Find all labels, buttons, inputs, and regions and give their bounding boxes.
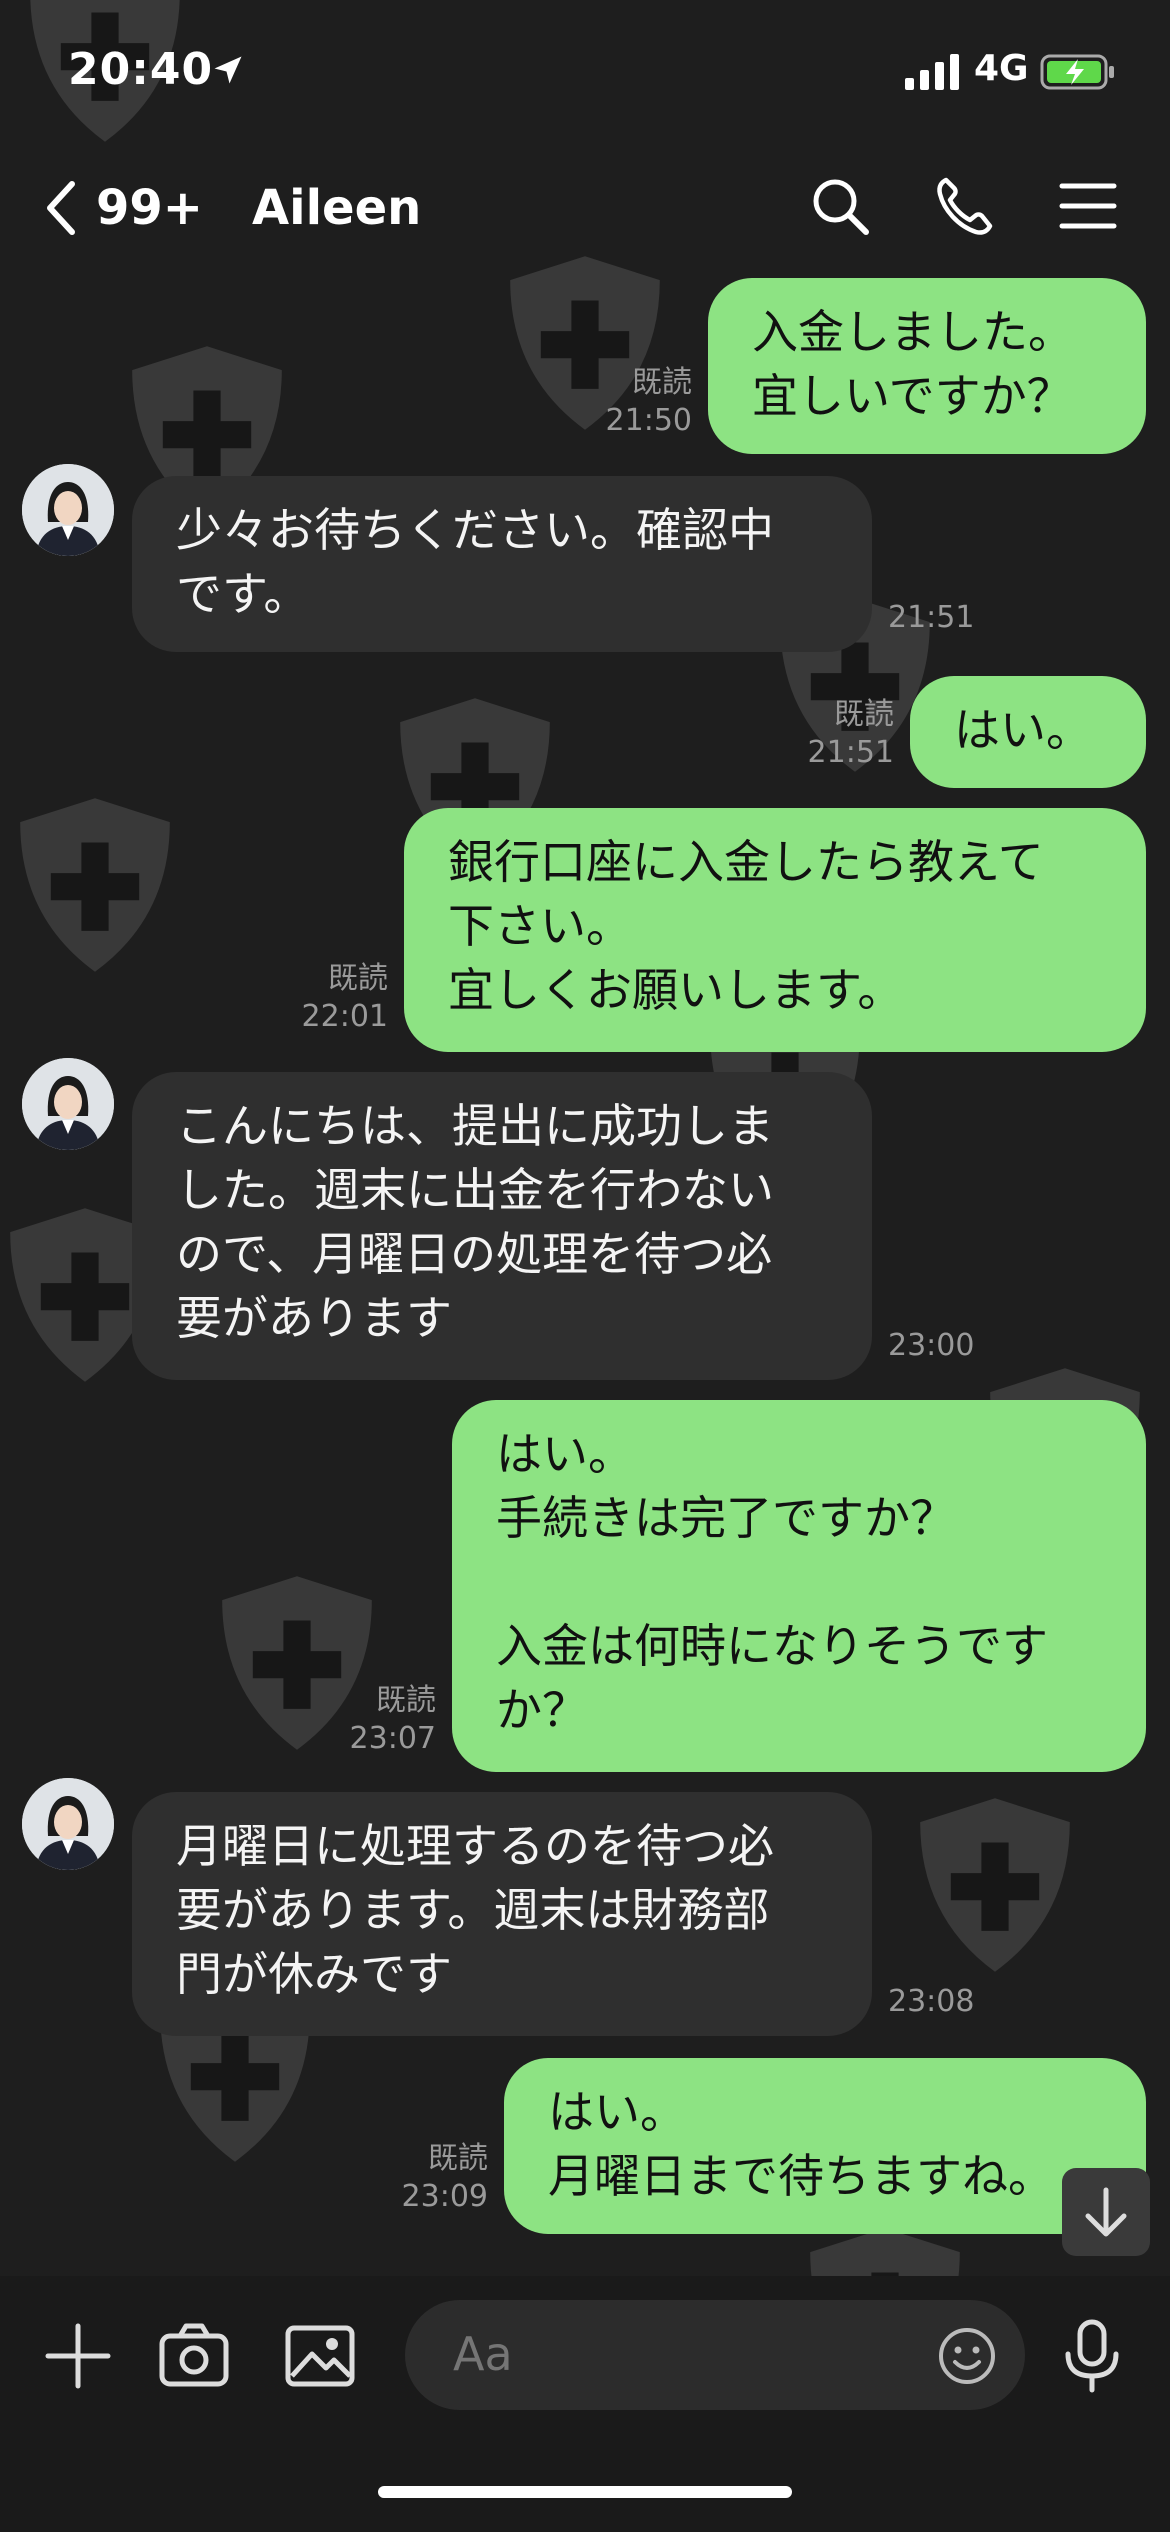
message-time: 22:01 [301,999,388,1034]
read-status: 既読 [834,697,894,732]
menu-icon[interactable] [1056,174,1120,238]
read-status: 既読 [376,1683,436,1718]
outgoing-message[interactable]: 銀行口座に入金したら教えて 下さい。 宜しくお願いします。 [404,808,1146,1052]
scroll-down-button[interactable] [1062,2168,1150,2256]
message-time: 23:09 [401,2179,488,2214]
location-arrow-icon [214,56,242,84]
message-input[interactable] [405,2300,1025,2410]
message-time: 23:07 [349,1721,436,1756]
avatar-photo [22,1778,114,1870]
arrow-down-icon [1085,2187,1127,2237]
outgoing-message[interactable]: 入金しました。 宜しいですか？ [708,278,1146,454]
avatar[interactable] [22,1778,114,1870]
chevron-left-icon[interactable] [40,178,80,238]
home-indicator [378,2486,792,2498]
emoji-icon[interactable] [937,2326,997,2386]
message-time: 21:51 [807,735,894,770]
message-meta: 既読 22:01 [276,960,388,1036]
read-status: 既読 [632,365,692,400]
network-type: 4G [974,48,1029,89]
message-meta: 既読 21:51 [782,696,894,772]
phone-icon[interactable] [932,174,996,238]
outgoing-message[interactable]: はい。 手続きは完了ですか？ 入金は何時になりそうです か？ [452,1400,1146,1772]
chat-title: Aileen [252,180,422,236]
message-meta: 既読 21:50 [580,364,692,440]
read-status: 既読 [428,2141,488,2176]
message-meta: 既読 23:07 [324,1682,436,1758]
battery-charging-icon [1040,54,1114,90]
message-text-field[interactable] [451,2326,875,2382]
avatar[interactable] [22,1058,114,1150]
message-time: 21:51 [888,600,975,635]
mic-icon[interactable] [1054,2318,1130,2394]
chat-header: 99+ Aileen [0,160,1170,260]
search-icon[interactable] [808,174,872,238]
incoming-message[interactable]: こんにちは、提出に成功しま した。週末に出金を行わない ので、月曜日の処理を待つ… [132,1072,872,1380]
outgoing-message[interactable]: はい。 [910,676,1146,788]
image-icon[interactable] [282,2318,358,2394]
plus-icon[interactable] [40,2318,116,2394]
message-time: 23:00 [888,1328,975,1363]
avatar[interactable] [22,464,114,556]
status-bar: 20:40 4G [0,0,1170,150]
unread-count[interactable]: 99+ [96,180,203,236]
read-status: 既読 [328,961,388,996]
signal-icon [905,54,959,90]
message-time: 21:50 [605,403,692,438]
camera-icon[interactable] [156,2318,232,2394]
status-time: 20:40 [68,44,214,95]
avatar-photo [22,1058,114,1150]
avatar-photo [22,464,114,556]
message-time: 23:08 [888,1984,975,2019]
shield-cross-icon [910,1790,1080,1980]
incoming-message[interactable]: 月曜日に処理するのを待つ必 要があります。週末は財務部 門が休みです [132,1792,872,2036]
shield-cross-icon [10,790,180,980]
outgoing-message[interactable]: はい。 月曜日まで待ちますね。 [504,2058,1146,2234]
incoming-message[interactable]: 少々お待ちください。確認中 です。 [132,476,872,652]
message-meta: 既読 23:09 [376,2140,488,2216]
